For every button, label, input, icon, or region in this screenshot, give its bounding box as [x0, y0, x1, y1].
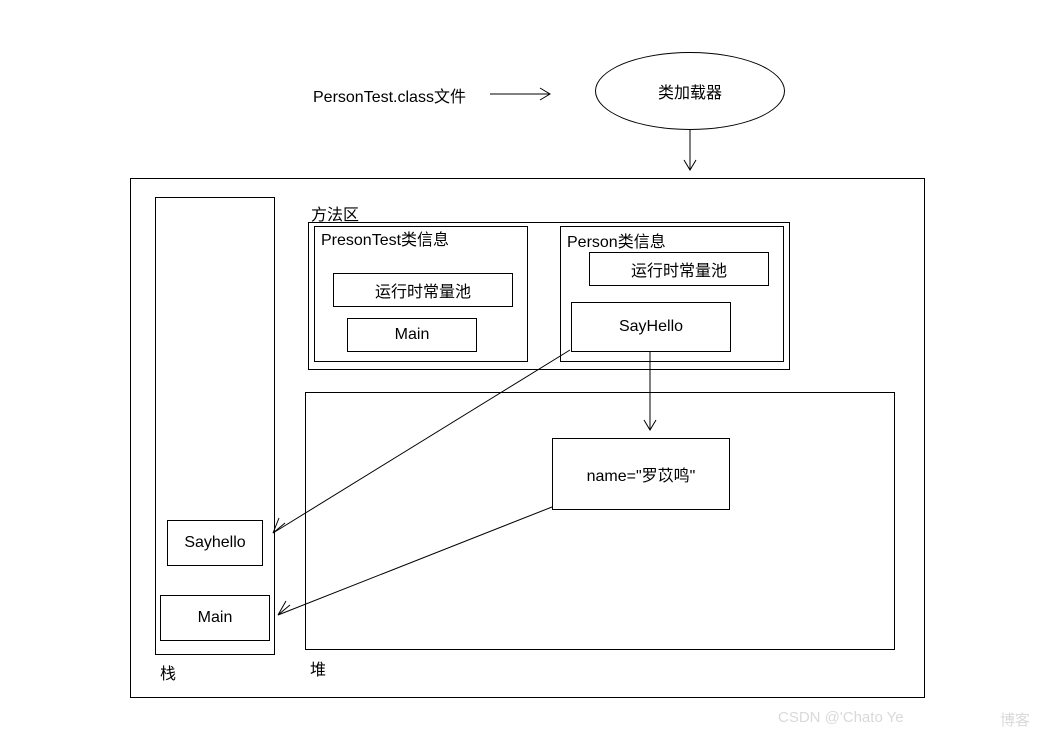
class-loader-ellipse: 类加载器 [595, 52, 785, 130]
stack-frame-main-label: Main [198, 609, 233, 627]
method-main-box: Main [347, 318, 477, 352]
const-pool-persontest-label: 运行时常量池 [375, 278, 471, 302]
class-title-persontest: PresonTest类信息 [321, 226, 511, 250]
arrow-object-to-main [270, 505, 555, 625]
stack-label: 栈 [160, 660, 176, 684]
stack-frame-sayhello: Sayhello [167, 520, 263, 566]
watermark-right: 博客 [1000, 709, 1030, 730]
heap-object-name-label: name="罗苡鸣" [587, 462, 696, 486]
heap-label: 堆 [310, 656, 326, 680]
class-title-person: Person类信息 [567, 228, 666, 252]
arrow-sayhello-to-object [640, 352, 660, 438]
const-pool-person: 运行时常量池 [589, 252, 769, 286]
file-label: PersonTest.class文件 [313, 83, 466, 107]
const-pool-person-label: 运行时常量池 [631, 257, 727, 281]
method-sayhello-label: SayHello [619, 318, 683, 336]
method-main-label: Main [395, 326, 430, 344]
class-loader-label: 类加载器 [658, 79, 722, 103]
stack-region [155, 197, 275, 655]
arrow-loader-to-memory [682, 130, 702, 180]
heap-object-name: name="罗苡鸣" [552, 438, 730, 510]
arrow-file-to-loader [490, 85, 565, 105]
const-pool-persontest: 运行时常量池 [333, 273, 513, 307]
method-sayhello-box: SayHello [571, 302, 731, 352]
watermark-left: CSDN @'Chato Ye [778, 709, 904, 726]
stack-frame-sayhello-label: Sayhello [184, 534, 245, 552]
stack-frame-main: Main [160, 595, 270, 641]
